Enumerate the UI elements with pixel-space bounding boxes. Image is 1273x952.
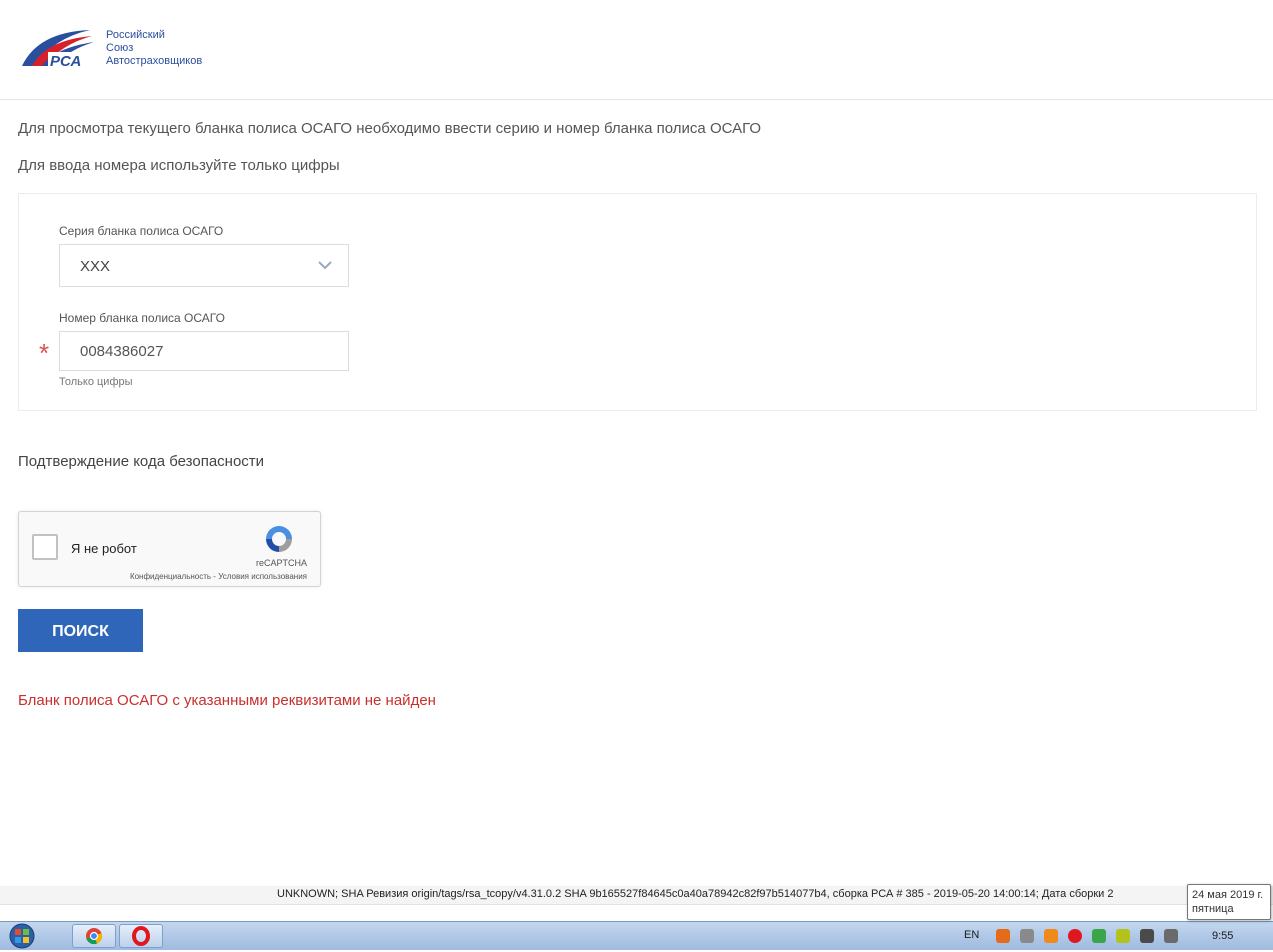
volume-icon[interactable] <box>1020 929 1034 943</box>
date-tooltip: 24 мая 2019 г. пятница <box>1187 884 1271 920</box>
error-message: Бланк полиса ОСАГО с указанными реквизит… <box>18 692 436 709</box>
required-asterisk: * <box>39 338 50 368</box>
taskbar-chrome-button[interactable] <box>72 924 116 948</box>
recaptcha-brand: reCAPTCHA <box>255 558 307 568</box>
number-label: Номер бланка полиса ОСАГО <box>59 311 225 325</box>
series-label: Серия бланка полиса ОСАГО <box>59 224 224 238</box>
header-divider <box>0 99 1273 100</box>
tray-fox-icon[interactable] <box>1044 929 1058 943</box>
recaptcha-widget: Я не робот reCAPTCHA Конфиденциальность … <box>18 511 321 587</box>
windows-taskbar: EN 9:55 <box>0 921 1273 950</box>
chevron-down-icon <box>318 261 332 270</box>
tray-app-icon[interactable] <box>996 929 1010 943</box>
intro-text-2: Для ввода номера используйте только цифр… <box>18 157 340 174</box>
system-tray: EN 9:55 <box>940 922 1273 950</box>
tray-opera-icon[interactable] <box>1068 929 1082 943</box>
recaptcha-privacy-terms-link[interactable]: Конфиденциальность - Условия использован… <box>130 572 307 581</box>
logo-line-3: Автостраховщиков <box>106 55 203 67</box>
logo-line-1: Российский <box>106 29 165 41</box>
rsa-logo-icon: РСА <box>22 30 100 70</box>
taskbar-opera-button[interactable] <box>119 924 163 948</box>
policy-number-input[interactable] <box>59 331 349 371</box>
windows-start-icon[interactable] <box>2 922 42 950</box>
search-button[interactable]: ПОИСК <box>18 609 143 652</box>
intro-text-1: Для просмотра текущего бланка полиса ОСА… <box>18 120 762 137</box>
tooltip-weekday: пятница <box>1192 903 1234 915</box>
security-title: Подтверждение кода безопасности <box>18 453 265 470</box>
logo-line-2: Союз <box>106 42 134 54</box>
tray-update-icon[interactable] <box>1116 929 1130 943</box>
opera-icon <box>132 926 150 946</box>
chrome-icon <box>86 928 103 945</box>
browser-bottom-strip <box>0 904 1273 922</box>
language-indicator[interactable]: EN <box>964 929 979 941</box>
series-select[interactable]: XXX <box>59 244 349 287</box>
rsa-logo-text: Российский Союз Автостраховщиков <box>106 29 202 68</box>
recaptcha-logo-icon <box>266 526 292 552</box>
tray-device-icon[interactable] <box>1164 929 1178 943</box>
series-selected-value: XXX <box>80 258 111 275</box>
rsa-logo-abbr: РСА <box>50 53 81 70</box>
tooltip-date: 24 мая 2019 г. <box>1192 889 1264 901</box>
build-info: UNKNOWN; SHA Ревизия origin/tags/rsa_tco… <box>277 888 1114 900</box>
tray-network-icon[interactable] <box>1140 929 1154 943</box>
taskbar-clock[interactable]: 9:55 <box>1212 930 1233 942</box>
rsa-logo[interactable]: РСА Российский Союз Автостраховщиков <box>20 26 220 72</box>
recaptcha-label: Я не робот <box>71 541 137 556</box>
status-bar: UNKNOWN; SHA Ревизия origin/tags/rsa_tco… <box>0 886 1273 904</box>
number-hint: Только цифры <box>59 376 133 388</box>
recaptcha-checkbox[interactable] <box>32 534 58 560</box>
tray-sync-icon[interactable] <box>1092 929 1106 943</box>
